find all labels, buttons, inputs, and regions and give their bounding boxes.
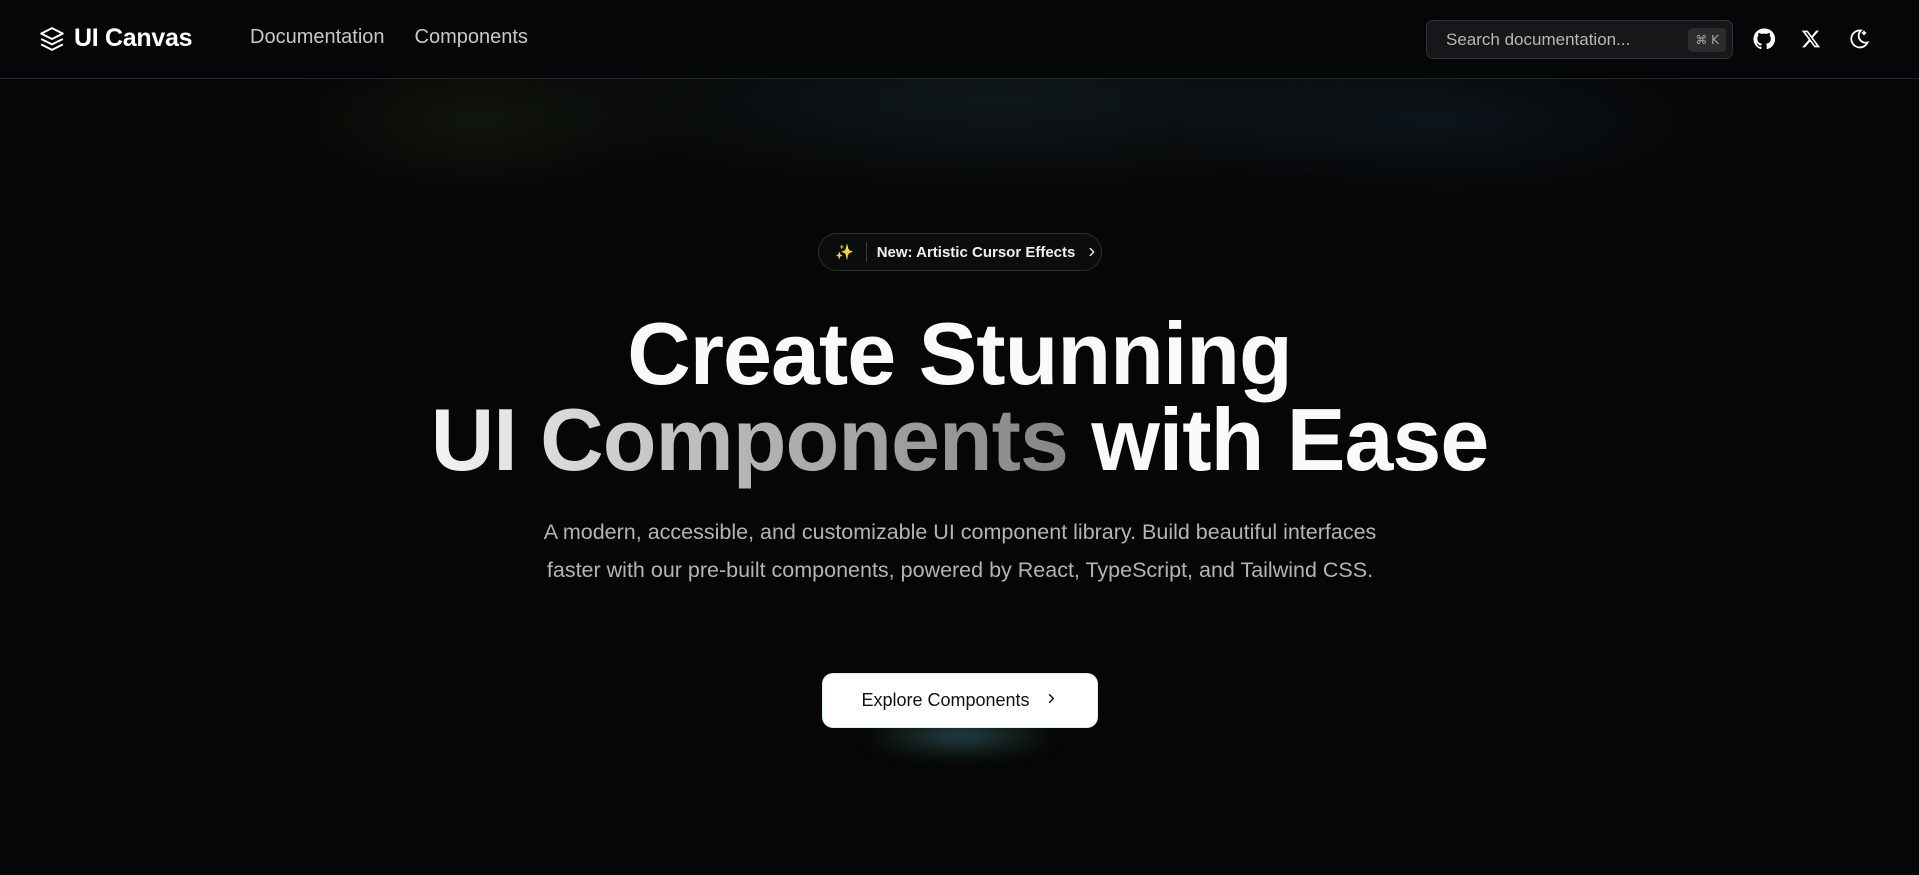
main-nav: Documentation Components — [250, 26, 528, 49]
hero-title-rest: with Ease — [1091, 390, 1489, 489]
badge-divider — [865, 242, 867, 262]
search-box[interactable]: ⌘ K — [1426, 20, 1733, 59]
hero-title-gradient: UI Components — [430, 390, 1069, 489]
chevron-right-icon — [1085, 245, 1099, 259]
layers-icon — [38, 25, 66, 53]
chevron-right-icon — [1044, 690, 1059, 711]
top-navbar: UI Canvas Documentation Components ⌘ K — [0, 0, 1919, 79]
sparkles-icon: ✨ — [835, 244, 854, 261]
hero-subtitle: A modern, accessible, and customizable U… — [543, 520, 1377, 582]
nav-documentation[interactable]: Documentation — [250, 26, 385, 49]
logo-text: UI Canvas — [74, 24, 193, 52]
background-glow — [0, 60, 1919, 320]
search-shortcut: ⌘ K — [1688, 28, 1726, 52]
logo[interactable]: UI Canvas — [38, 24, 192, 53]
nav-components[interactable]: Components — [415, 26, 528, 49]
github-icon[interactable] — [1751, 26, 1777, 52]
cta-label: Explore Components — [861, 690, 1030, 710]
explore-components-button[interactable]: Explore Components — [823, 674, 1097, 727]
hero-title-line1: Create Stunning — [627, 304, 1293, 403]
hero-title-line2: UI Components with Ease — [0, 396, 1919, 484]
search-input[interactable] — [1446, 29, 1676, 50]
x-icon[interactable] — [1798, 26, 1824, 52]
badge-label: New: Artistic Cursor Effects — [876, 243, 1076, 261]
announcement-badge[interactable]: ✨ New: Artistic Cursor Effects — [818, 233, 1102, 271]
theme-toggle-icon[interactable] — [1846, 26, 1872, 52]
